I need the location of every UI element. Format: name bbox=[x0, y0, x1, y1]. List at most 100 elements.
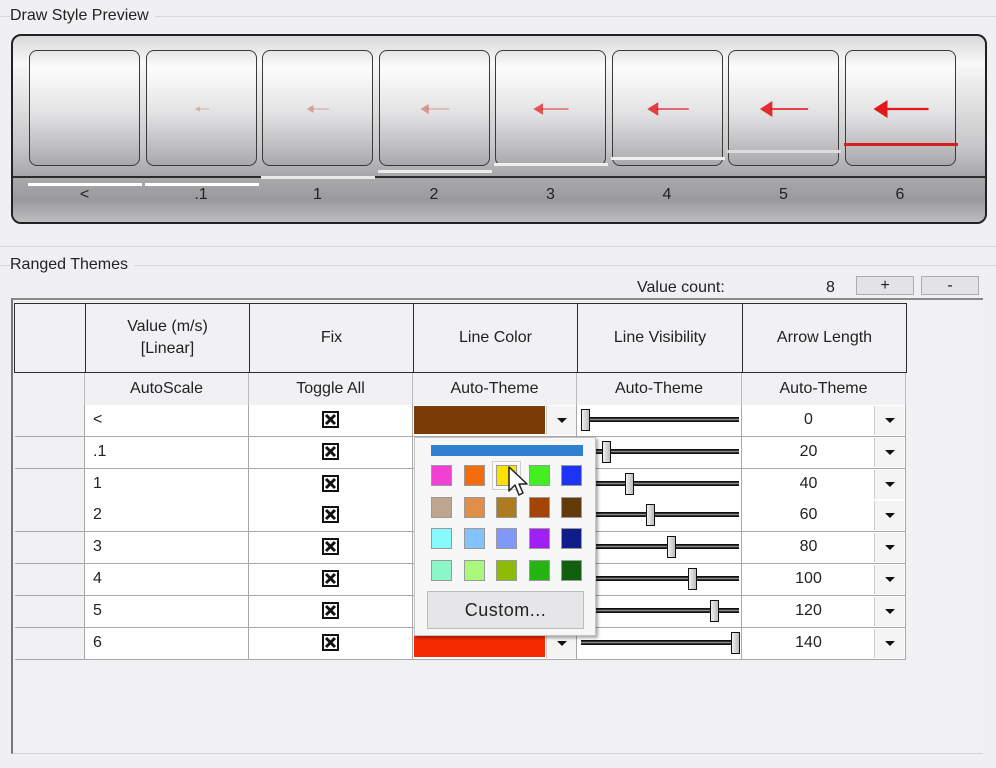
arrow-length-dropdown-button[interactable] bbox=[874, 469, 904, 499]
toggle-all-button[interactable]: Toggle All bbox=[249, 373, 413, 405]
value-cell[interactable]: 3 bbox=[85, 532, 249, 565]
fix-checkbox[interactable] bbox=[322, 474, 339, 492]
add-value-button[interactable]: + bbox=[856, 276, 914, 295]
palette-color-swatch[interactable] bbox=[463, 559, 485, 581]
palette-color-swatch[interactable] bbox=[561, 559, 582, 581]
palette-color-swatch[interactable] bbox=[463, 528, 485, 549]
autoscale-button[interactable]: AutoScale bbox=[85, 373, 249, 405]
palette-color-swatch[interactable] bbox=[561, 496, 582, 518]
value-cell[interactable]: .1 bbox=[85, 436, 249, 469]
arrow-length-dropdown-button[interactable] bbox=[874, 596, 904, 626]
fix-checkbox[interactable] bbox=[322, 411, 339, 428]
value-cell[interactable]: 5 bbox=[85, 595, 249, 628]
row-header[interactable] bbox=[15, 500, 85, 533]
visibility-slider-thumb[interactable] bbox=[687, 568, 697, 590]
arrow-icon bbox=[194, 106, 209, 112]
fix-checkbox[interactable] bbox=[322, 538, 339, 556]
value-cell[interactable]: < bbox=[85, 405, 249, 437]
palette-color-swatch[interactable] bbox=[463, 496, 485, 518]
row-header[interactable] bbox=[15, 436, 85, 469]
arrow-length-cell[interactable]: 120 bbox=[742, 595, 906, 628]
fix-checkbox[interactable] bbox=[322, 442, 339, 460]
arrow-length-cell[interactable]: 40 bbox=[742, 468, 906, 501]
visibility-slider-track[interactable] bbox=[581, 417, 739, 422]
preview-label: 3 bbox=[546, 186, 555, 203]
preview-label: 5 bbox=[779, 186, 788, 203]
preview-box bbox=[378, 50, 490, 166]
palette-color-swatch[interactable] bbox=[463, 465, 485, 486]
line-color-cell[interactable] bbox=[413, 405, 577, 437]
visibility-slider-track[interactable] bbox=[581, 544, 739, 550]
fix-checkbox[interactable] bbox=[322, 506, 339, 524]
arrow-length-dropdown-button[interactable] bbox=[874, 533, 904, 563]
visibility-slider-track[interactable] bbox=[581, 576, 739, 581]
visibility-slider-track[interactable] bbox=[581, 512, 739, 518]
fix-checkbox[interactable] bbox=[322, 633, 339, 651]
value-cell[interactable]: 4 bbox=[85, 564, 249, 596]
palette-color-swatch[interactable] bbox=[431, 465, 452, 486]
line-color-auto-theme-button[interactable]: Auto-Theme bbox=[413, 373, 577, 405]
arrow-length-cell[interactable]: 60 bbox=[742, 500, 906, 533]
row-header[interactable] bbox=[15, 595, 85, 628]
arrow-length-cell[interactable]: 140 bbox=[742, 627, 906, 660]
row-header[interactable] bbox=[15, 405, 85, 437]
arrow-length-value: 60 bbox=[799, 506, 818, 524]
arrow-length-auto-theme-button[interactable]: Auto-Theme bbox=[742, 373, 906, 405]
line-visibility-cell bbox=[577, 532, 742, 565]
visibility-slider-thumb[interactable] bbox=[645, 504, 655, 527]
arrow-length-cell[interactable]: 100 bbox=[742, 564, 906, 596]
row-header[interactable] bbox=[15, 468, 85, 501]
palette-color-swatch[interactable] bbox=[431, 559, 452, 581]
visibility-slider-track[interactable] bbox=[581, 639, 739, 645]
palette-color-swatch[interactable] bbox=[561, 465, 582, 486]
line-visibility-cell bbox=[577, 627, 742, 660]
line-visibility-cell bbox=[577, 436, 742, 469]
visibility-slider-thumb[interactable] bbox=[624, 472, 634, 495]
value-cell[interactable]: 1 bbox=[85, 468, 249, 501]
arrow-length-dropdown-button[interactable] bbox=[874, 501, 904, 531]
line-color-dropdown-button[interactable] bbox=[546, 406, 576, 435]
remove-value-button[interactable]: - bbox=[921, 276, 979, 295]
arrow-length-dropdown-button[interactable] bbox=[874, 565, 904, 594]
line-color-swatch[interactable] bbox=[414, 406, 545, 434]
visibility-slider-thumb[interactable] bbox=[731, 631, 740, 654]
palette-color-swatch[interactable] bbox=[528, 496, 550, 518]
palette-color-swatch[interactable] bbox=[528, 528, 550, 549]
visibility-slider-track[interactable] bbox=[581, 480, 739, 486]
value-cell[interactable]: 6 bbox=[85, 627, 249, 660]
value-cell[interactable]: 2 bbox=[85, 500, 249, 533]
palette-color-swatch[interactable] bbox=[431, 496, 452, 518]
fix-checkbox[interactable] bbox=[322, 601, 339, 619]
palette-color-swatch[interactable] bbox=[496, 528, 517, 549]
arrow-icon bbox=[646, 102, 689, 116]
header-arrow-length: Arrow Length bbox=[742, 303, 907, 373]
row-header[interactable] bbox=[15, 564, 85, 596]
row-header[interactable] bbox=[15, 532, 85, 565]
palette-color-swatch[interactable] bbox=[561, 528, 582, 549]
line-visibility-auto-theme-button[interactable]: Auto-Theme bbox=[577, 373, 742, 405]
arrow-length-cell[interactable]: 20 bbox=[742, 436, 906, 469]
fix-cell bbox=[249, 468, 413, 501]
color-palette-popup: Custom... bbox=[414, 437, 596, 636]
palette-color-swatch[interactable] bbox=[496, 559, 517, 581]
header-value: Value (m/s) [Linear] bbox=[85, 303, 250, 373]
arrow-icon bbox=[533, 103, 569, 115]
mouse-cursor-icon bbox=[508, 466, 528, 496]
visibility-slider-thumb[interactable] bbox=[581, 409, 590, 431]
value-count: 8 bbox=[826, 279, 835, 296]
palette-current-color-bar[interactable] bbox=[431, 445, 583, 456]
arrow-length-dropdown-button[interactable] bbox=[874, 406, 904, 435]
row-header[interactable] bbox=[15, 627, 85, 660]
visibility-slider-thumb[interactable] bbox=[602, 440, 611, 463]
visibility-slider-thumb[interactable] bbox=[710, 599, 719, 622]
palette-color-swatch[interactable] bbox=[528, 465, 550, 486]
custom-color-button[interactable]: Custom... bbox=[427, 591, 584, 629]
visibility-slider-thumb[interactable] bbox=[666, 536, 676, 559]
arrow-length-cell[interactable]: 80 bbox=[742, 532, 906, 565]
arrow-length-cell[interactable]: 0 bbox=[742, 405, 906, 437]
palette-color-swatch[interactable] bbox=[431, 528, 452, 549]
fix-checkbox[interactable] bbox=[322, 570, 339, 587]
palette-color-swatch[interactable] bbox=[528, 559, 550, 581]
arrow-length-dropdown-button[interactable] bbox=[874, 628, 904, 658]
arrow-length-dropdown-button[interactable] bbox=[874, 437, 904, 467]
